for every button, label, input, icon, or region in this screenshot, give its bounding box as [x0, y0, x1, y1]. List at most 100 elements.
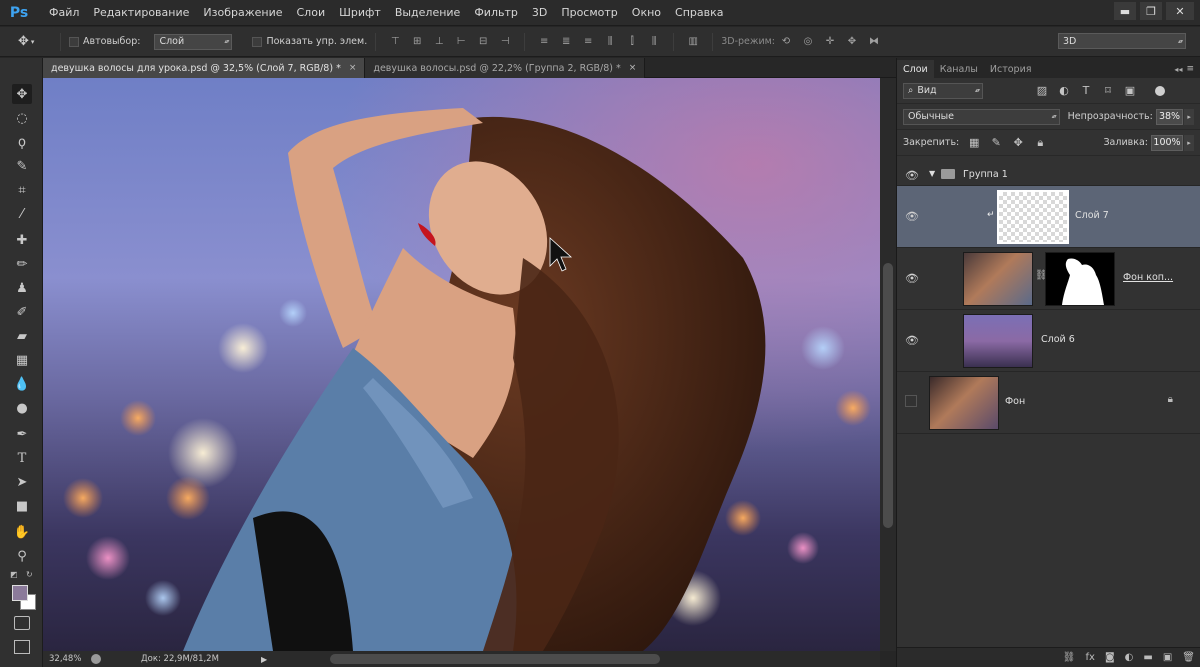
pan-3d-icon[interactable]: ✛: [823, 35, 837, 49]
eye-icon[interactable]: 👁︎: [905, 333, 919, 347]
lasso-tool[interactable]: ϙ: [12, 132, 32, 152]
filter-adjustment-icon[interactable]: ◐: [1057, 84, 1071, 98]
blur-tool[interactable]: 💧: [12, 374, 32, 394]
zoom-level[interactable]: 32,48%: [49, 654, 89, 664]
tab-channels[interactable]: Каналы: [934, 60, 984, 78]
eye-icon[interactable]: 👁︎: [905, 271, 919, 285]
lock-all-icon[interactable]: 🔒︎: [1033, 136, 1047, 150]
auto-align-icon[interactable]: ▥: [686, 35, 700, 49]
menu-file[interactable]: Файл: [42, 6, 86, 19]
layer-row[interactable]: 👁︎ ⛓︎ Фон коп...: [897, 248, 1200, 310]
shape-tool[interactable]: ■: [12, 496, 32, 516]
restore-button[interactable]: ❐: [1140, 2, 1162, 20]
dodge-tool[interactable]: ●: [12, 398, 32, 418]
show-controls-checkbox[interactable]: [252, 36, 263, 47]
history-brush-tool[interactable]: ✐: [12, 302, 32, 322]
status-menu-icon[interactable]: ▶: [261, 655, 267, 664]
slide-3d-icon[interactable]: ✥: [845, 35, 859, 49]
menu-view[interactable]: Просмотр: [554, 6, 624, 19]
stamp-tool[interactable]: ♟: [12, 278, 32, 298]
filter-smart-object-icon[interactable]: ▣: [1123, 84, 1137, 98]
roll-3d-icon[interactable]: ◎: [801, 35, 815, 49]
eyedropper-tool[interactable]: ⁄: [12, 204, 32, 224]
lock-transparent-icon[interactable]: ▦: [967, 136, 981, 150]
tab-doc-2[interactable]: девушка волосы.psd @ 22,2% (Группа 2, RG…: [365, 58, 646, 78]
move-tool-preset[interactable]: ✥ ▾: [18, 31, 52, 53]
panel-collapse-icon[interactable]: ◂◂: [1174, 65, 1182, 74]
filter-toggle[interactable]: [1155, 85, 1165, 96]
distribute-top-icon[interactable]: ≡: [537, 35, 551, 49]
layer-name[interactable]: Фон коп...: [1123, 272, 1173, 283]
workspace-dropdown[interactable]: 3D: [1058, 33, 1186, 49]
vertical-scroll-thumb[interactable]: [883, 263, 893, 528]
menu-image[interactable]: Изображение: [196, 6, 289, 19]
foreground-color-swatch[interactable]: [12, 585, 28, 601]
menu-type[interactable]: Шрифт: [332, 6, 388, 19]
default-colors-icon[interactable]: ◩: [10, 570, 18, 579]
filter-shape-icon[interactable]: ⌑: [1101, 84, 1115, 98]
quick-select-tool[interactable]: ✎: [12, 156, 32, 176]
align-right-icon[interactable]: ⊣: [498, 35, 512, 49]
autoselect-dropdown[interactable]: Слой: [154, 33, 233, 50]
visibility-toggle[interactable]: [905, 395, 917, 407]
align-top-icon[interactable]: ⊤: [388, 35, 402, 49]
brush-tool[interactable]: ✏: [12, 254, 32, 274]
distribute-bottom-icon[interactable]: ≡: [581, 35, 595, 49]
panel-menu-icon[interactable]: ≡: [1186, 64, 1194, 74]
new-layer-icon[interactable]: ▣: [1163, 652, 1172, 663]
align-vcenter-icon[interactable]: ⊞: [410, 35, 424, 49]
layer-row[interactable]: 👁︎ ↵ Слой 7: [897, 186, 1200, 248]
horizontal-scrollbar[interactable]: [280, 651, 880, 667]
eraser-tool[interactable]: ▰: [12, 326, 32, 346]
new-group-icon[interactable]: ▬: [1143, 652, 1152, 663]
link-layers-icon[interactable]: ⛓︎: [1063, 652, 1076, 663]
close-button[interactable]: ✕: [1166, 2, 1194, 20]
opacity-slider-toggle[interactable]: ▸: [1184, 108, 1194, 125]
move-tool[interactable]: ✥: [12, 84, 32, 104]
adjustment-layer-icon[interactable]: ◐: [1125, 652, 1134, 663]
distribute-left-icon[interactable]: ⫼: [603, 35, 617, 49]
rotate-3d-icon[interactable]: ⟲: [779, 35, 793, 49]
autoselect-checkbox[interactable]: [69, 36, 79, 47]
menu-layers[interactable]: Слои: [290, 6, 333, 19]
eye-icon[interactable]: 👁︎: [905, 209, 919, 223]
layer-row[interactable]: Фон 🔒︎: [897, 372, 1200, 434]
minimize-button[interactable]: ▬: [1114, 2, 1136, 20]
canvas-area[interactable]: [43, 78, 880, 651]
scale-3d-icon[interactable]: ⧓: [867, 35, 881, 49]
menu-filter[interactable]: Фильтр: [467, 6, 525, 19]
menu-edit[interactable]: Редактирование: [86, 6, 196, 19]
filter-type-icon[interactable]: T: [1079, 84, 1093, 98]
type-tool[interactable]: T: [12, 448, 32, 468]
add-mask-icon[interactable]: ◙: [1105, 652, 1115, 663]
layer-mask-thumbnail[interactable]: [1045, 252, 1115, 306]
marquee-tool[interactable]: ◌: [12, 108, 32, 128]
filter-kind-dropdown[interactable]: ⌕ Вид: [903, 82, 983, 99]
path-select-tool[interactable]: ➤: [12, 472, 32, 492]
zoom-tool[interactable]: ⚲: [12, 546, 32, 566]
menu-select[interactable]: Выделение: [388, 6, 468, 19]
align-hcenter-icon[interactable]: ⊟: [476, 35, 490, 49]
screen-mode-icon[interactable]: [14, 640, 30, 654]
distribute-hcenter-icon[interactable]: ⫿: [625, 35, 639, 49]
distribute-right-icon[interactable]: ⫼: [647, 35, 661, 49]
blend-mode-dropdown[interactable]: Обычные: [903, 108, 1060, 125]
distribute-vcenter-icon[interactable]: ≣: [559, 35, 573, 49]
fill-input[interactable]: 100%: [1151, 134, 1183, 151]
align-left-icon[interactable]: ⊢: [454, 35, 468, 49]
eye-icon[interactable]: 👁︎: [905, 168, 919, 182]
tab-history[interactable]: История: [984, 60, 1038, 78]
layer-name[interactable]: Группа 1: [963, 169, 1008, 180]
quick-mask-icon[interactable]: [14, 616, 30, 630]
vertical-scrollbar[interactable]: [880, 78, 896, 651]
filter-pixel-icon[interactable]: ▨: [1035, 84, 1049, 98]
menu-window[interactable]: Окно: [625, 6, 668, 19]
layer-name[interactable]: Слой 7: [1075, 210, 1109, 221]
close-icon[interactable]: ×: [629, 63, 637, 73]
pen-tool[interactable]: ✒: [12, 424, 32, 444]
status-info-icon[interactable]: [91, 654, 101, 664]
tab-layers[interactable]: Слои: [897, 60, 934, 78]
layer-style-icon[interactable]: fx: [1086, 652, 1095, 663]
hand-tool[interactable]: ✋: [12, 522, 32, 542]
fill-slider-toggle[interactable]: ▸: [1184, 134, 1194, 151]
